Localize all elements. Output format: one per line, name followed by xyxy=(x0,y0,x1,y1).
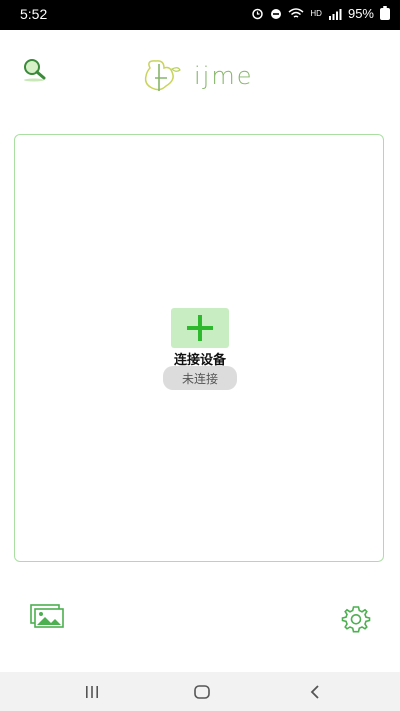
status-icons: HD 95% xyxy=(251,5,390,21)
status-time: 5:52 xyxy=(20,6,48,22)
network-badge: HD xyxy=(310,9,322,18)
gallery-button[interactable] xyxy=(30,604,64,628)
home-icon xyxy=(194,685,210,699)
system-nav-bar xyxy=(0,672,400,711)
search-button[interactable] xyxy=(20,56,48,84)
logo-text: ijme xyxy=(194,62,254,90)
battery-percent: 95% xyxy=(347,6,374,21)
app-logo: ijme xyxy=(142,58,253,94)
add-device-button[interactable] xyxy=(171,308,229,348)
connection-status-badge: 未连接 xyxy=(163,366,237,390)
plus-icon xyxy=(187,315,213,341)
device-panel xyxy=(14,134,384,562)
dnd-icon xyxy=(271,8,282,19)
status-bar: 5:52 HD 95% xyxy=(0,0,400,30)
logo-mark-icon xyxy=(144,60,181,91)
settings-button[interactable] xyxy=(341,604,371,634)
signal-icon xyxy=(328,8,342,20)
alarm-icon xyxy=(252,8,264,20)
battery-icon xyxy=(380,5,390,20)
back-icon xyxy=(310,685,319,699)
gear-icon xyxy=(341,606,371,633)
recents-icon xyxy=(86,686,98,698)
back-button[interactable] xyxy=(303,682,327,702)
wifi-icon xyxy=(288,7,304,18)
recents-button[interactable] xyxy=(80,682,104,702)
gallery-icon xyxy=(30,604,64,628)
search-icon xyxy=(24,59,46,82)
home-button[interactable] xyxy=(190,682,214,702)
